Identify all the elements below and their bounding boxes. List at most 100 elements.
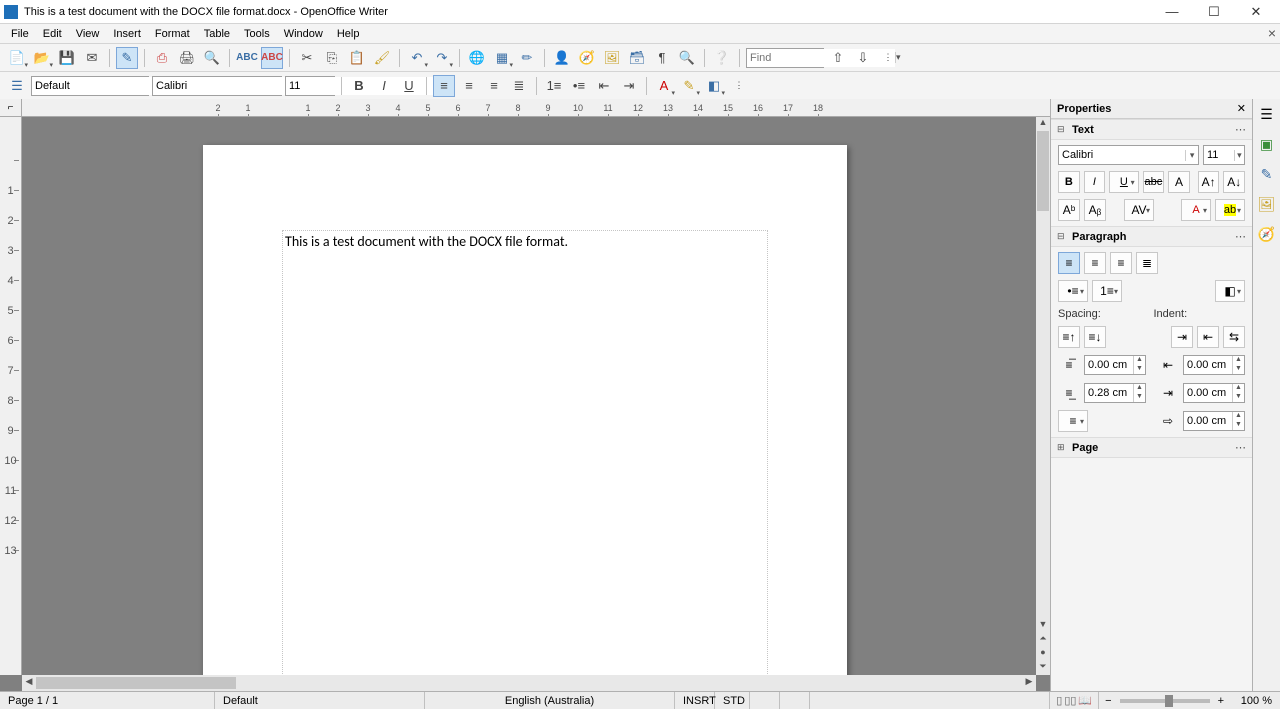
indent-left-input[interactable]: ▲▼	[1183, 355, 1245, 375]
props-underline-button[interactable]: U	[1109, 171, 1138, 193]
zoom-slider[interactable]	[1120, 699, 1210, 703]
format-paintbrush-button[interactable]: 🖌	[371, 47, 393, 69]
highlight-button[interactable]: ✎▾	[678, 75, 700, 97]
print-preview-button[interactable]: 🔍	[201, 47, 223, 69]
props-size-select[interactable]: ▾	[1203, 145, 1245, 165]
props-shadow-button[interactable]: A	[1168, 171, 1190, 193]
menu-file[interactable]: File	[4, 26, 36, 42]
copy-button[interactable]: ⎘	[321, 47, 343, 69]
status-zoom[interactable]: 100 %	[1230, 692, 1280, 709]
props-increase-font-button[interactable]: A↑	[1198, 171, 1220, 193]
align-right-button[interactable]: ≡	[483, 75, 505, 97]
para-align-justify-button[interactable]: ≣	[1136, 252, 1158, 274]
scroll-down-button[interactable]: ▼	[1036, 619, 1050, 633]
cut-button[interactable]: ✂	[296, 47, 318, 69]
numbered-list-button[interactable]: 1≡	[543, 75, 565, 97]
more-icon[interactable]: ⋯	[1235, 230, 1246, 243]
ruler-corner[interactable]: ⌐	[0, 99, 22, 117]
more-icon[interactable]: ⋯	[1235, 441, 1246, 454]
navigator-button[interactable]: 🧭	[576, 47, 598, 69]
spacing-above-input[interactable]: ▲▼	[1084, 355, 1146, 375]
export-pdf-button[interactable]: ⎙	[151, 47, 173, 69]
data-sources-button[interactable]: 🗃	[626, 47, 648, 69]
view-layout-buttons[interactable]: ▯▯▯📖	[1050, 692, 1099, 709]
props-italic-button[interactable]: I	[1084, 171, 1106, 193]
find-prev-button[interactable]: ⇧	[827, 47, 849, 69]
new-button[interactable]: 📄▾	[6, 47, 28, 69]
italic-button[interactable]: I	[373, 75, 395, 97]
underline-button[interactable]: U	[398, 75, 420, 97]
align-left-button[interactable]: ≡	[433, 75, 455, 97]
bold-button[interactable]: B	[348, 75, 370, 97]
horizontal-scrollbar[interactable]: ◀ ▶	[22, 675, 1036, 691]
props-spacing-button[interactable]: AV	[1124, 199, 1154, 221]
horizontal-ruler[interactable]: 21123456789101112131415161718	[22, 99, 1050, 117]
zoom-button[interactable]: 🔍	[676, 47, 698, 69]
menu-tools[interactable]: Tools	[237, 26, 277, 42]
deck-properties-button[interactable]: ▣	[1256, 133, 1278, 155]
deck-gallery-button[interactable]: 🖼	[1256, 193, 1278, 215]
deck-styles-button[interactable]: ✎	[1256, 163, 1278, 185]
decrease-indent-button[interactable]: ⇤	[1197, 326, 1219, 348]
gallery-button[interactable]: 🖼	[601, 47, 623, 69]
paragraph-section-header[interactable]: ⊟ Paragraph ⋯	[1051, 226, 1252, 247]
menu-table[interactable]: Table	[197, 26, 237, 42]
document-canvas[interactable]: This is a test document with the DOCX fi…	[22, 117, 1036, 675]
prev-page-button[interactable]: ⏶	[1036, 633, 1050, 647]
align-center-button[interactable]: ≡	[458, 75, 480, 97]
props-font-color-button[interactable]: A	[1181, 199, 1211, 221]
print-button[interactable]: 🖨	[176, 47, 198, 69]
increase-indent-button[interactable]: ⇥	[618, 75, 640, 97]
status-insert-mode[interactable]: INSRT	[675, 692, 715, 709]
find-next-button[interactable]: ⇩	[852, 47, 874, 69]
font-name-select[interactable]: ▾	[152, 76, 282, 96]
hyperlink-button[interactable]: 🌐	[466, 47, 488, 69]
props-superscript-button[interactable]: Aᵇ	[1058, 199, 1080, 221]
decrease-spacing-button[interactable]: ≡↓	[1084, 326, 1106, 348]
vscroll-thumb[interactable]	[1037, 131, 1049, 211]
indent-first-input[interactable]: ▲▼	[1183, 411, 1245, 431]
bullet-list-button[interactable]: •≡	[568, 75, 590, 97]
auto-spellcheck-button[interactable]: ABC	[261, 47, 283, 69]
zoom-in-button[interactable]: +	[1218, 695, 1224, 707]
find-toolbar-input[interactable]: ▾	[746, 48, 824, 68]
decrease-indent-button[interactable]: ⇤	[593, 75, 615, 97]
props-subscript-button[interactable]: Aᵦ	[1084, 199, 1106, 221]
close-button[interactable]: ✕	[1236, 2, 1276, 22]
scroll-up-button[interactable]: ▲	[1036, 117, 1050, 131]
spacing-below-input[interactable]: ▲▼	[1084, 383, 1146, 403]
help-button[interactable]: ❔	[711, 47, 733, 69]
status-page[interactable]: Page 1 / 1	[0, 692, 215, 709]
open-button[interactable]: 📂▾	[31, 47, 53, 69]
hanging-indent-button[interactable]: ⇆	[1223, 326, 1245, 348]
scroll-right-button[interactable]: ▶	[1022, 676, 1036, 690]
styles-button[interactable]: ☰	[6, 75, 28, 97]
show-draw-button[interactable]: ✏	[516, 47, 538, 69]
maximize-button[interactable]: ☐	[1194, 2, 1234, 22]
email-button[interactable]: ✉	[81, 47, 103, 69]
minimize-button[interactable]: —	[1152, 2, 1192, 22]
menu-window[interactable]: Window	[277, 26, 330, 42]
nonprinting-chars-button[interactable]: ¶	[651, 47, 673, 69]
vertical-ruler[interactable]: 12345678910111213	[0, 117, 22, 675]
props-decrease-font-button[interactable]: A↓	[1223, 171, 1245, 193]
table-button[interactable]: ▦▾	[491, 47, 513, 69]
increase-indent-button[interactable]: ⇥	[1171, 326, 1193, 348]
next-page-button[interactable]: ⏷	[1036, 661, 1050, 675]
more-icon[interactable]: ⋯	[1235, 123, 1246, 136]
nav-button[interactable]: ●	[1036, 647, 1050, 661]
menu-format[interactable]: Format	[148, 26, 197, 42]
paragraph-style-select[interactable]: ▾	[31, 76, 149, 96]
text-section-header[interactable]: ⊟ Text ⋯	[1051, 119, 1252, 140]
align-justify-button[interactable]: ≣	[508, 75, 530, 97]
sidebar-settings-button[interactable]: ☰	[1256, 103, 1278, 125]
para-align-left-button[interactable]: ≡	[1058, 252, 1080, 274]
status-selection-mode[interactable]: STD	[715, 692, 750, 709]
para-align-center-button[interactable]: ≡	[1084, 252, 1106, 274]
indent-right-input[interactable]: ▲▼	[1183, 383, 1245, 403]
spellcheck-button[interactable]: ABC	[236, 47, 258, 69]
props-highlight-button[interactable]: ab	[1215, 199, 1245, 221]
paste-button[interactable]: 📋	[346, 47, 368, 69]
para-bullets-button[interactable]: •≡	[1058, 280, 1088, 302]
deck-navigator-button[interactable]: 🧭	[1256, 223, 1278, 245]
